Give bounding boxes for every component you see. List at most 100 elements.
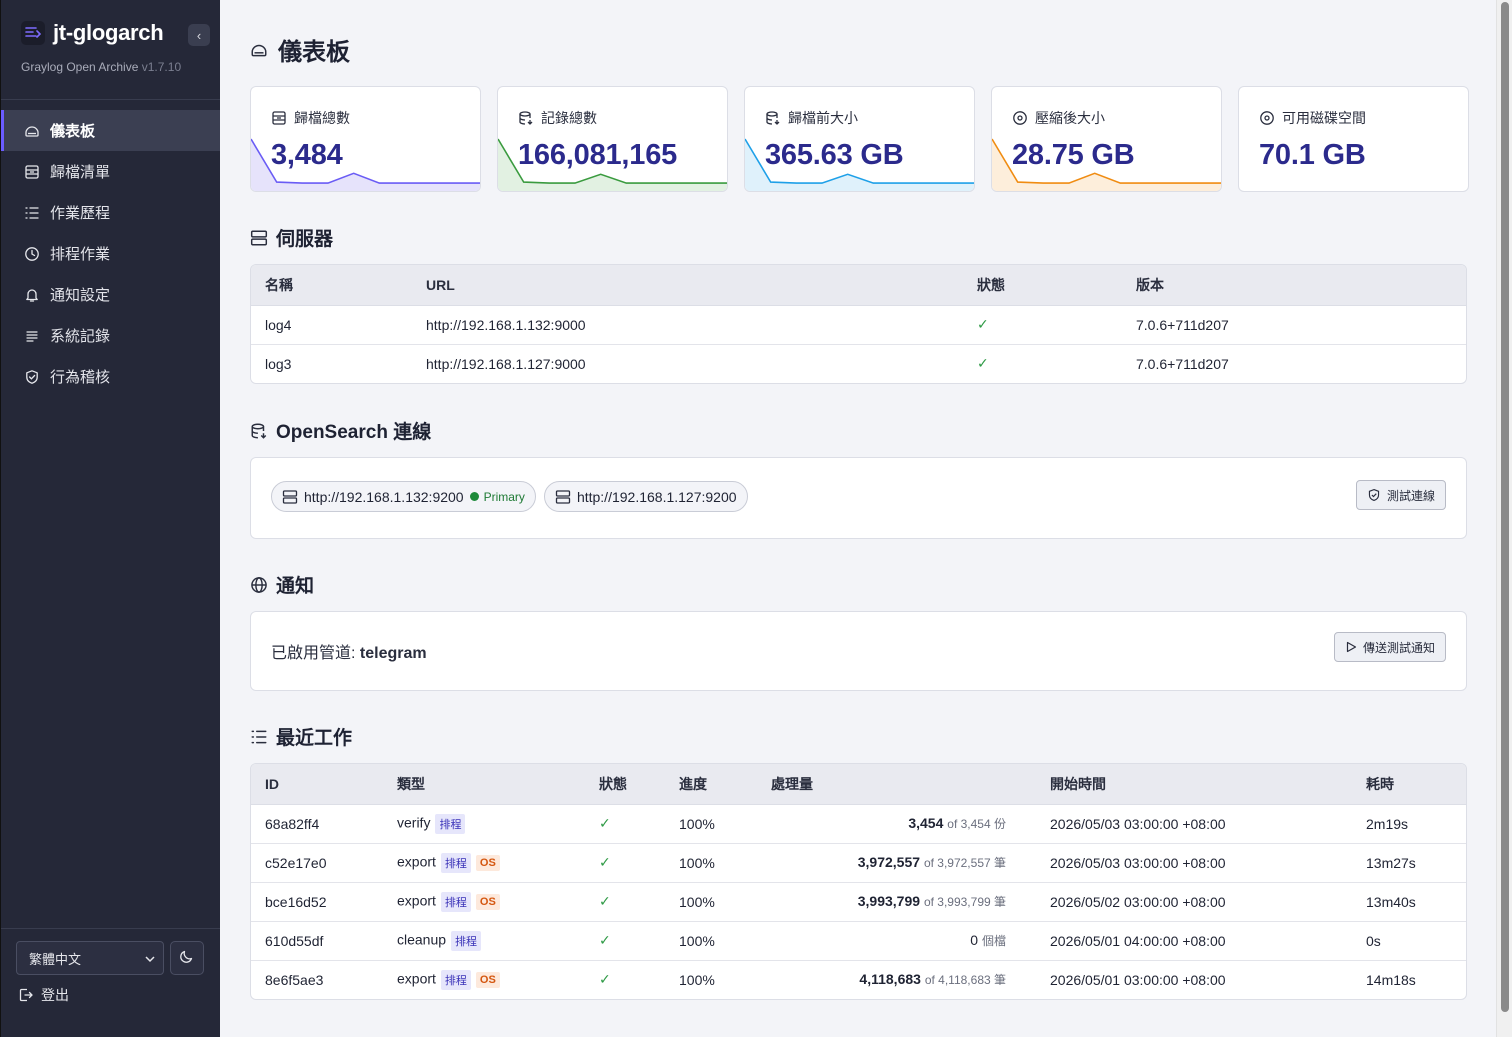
column-header[interactable]: ID — [251, 764, 383, 805]
logout-link[interactable]: 登出 — [16, 985, 205, 1005]
home-icon — [23, 122, 41, 140]
table-row: log4 http://192.168.1.132:9000 ✓ 7.0.6+7… — [251, 305, 1466, 345]
send-test-notification-button[interactable]: 傳送測試通知 — [1333, 632, 1446, 662]
job-type-label: verify — [397, 814, 431, 831]
column-header[interactable]: 版本 — [1122, 265, 1466, 306]
sidebar-item-dashboard[interactable]: 儀表板 — [1, 110, 220, 151]
test-connection-button[interactable]: 測試連線 — [1355, 480, 1446, 510]
opensearch-node[interactable]: http://192.168.1.132:9200 Primary — [271, 481, 536, 512]
sidebar-nav: 儀表板 歸檔清單 作業歷程 排程作業 通知設定 系統記錄 行為稽核 — [1, 100, 220, 397]
column-header[interactable]: 處理量 — [757, 764, 1036, 805]
opensearch-tag: OS — [475, 971, 500, 988]
job-amount: 3,993,799 of 3,993,799 筆 — [757, 882, 1036, 922]
opensearch-node[interactable]: http://192.168.1.127:9200 — [543, 481, 748, 512]
job-amount: 3,972,557 of 3,972,557 筆 — [757, 843, 1036, 883]
database-icon — [765, 110, 781, 126]
notifications-card: 已啟用管道: telegram 傳送測試通知 — [250, 611, 1467, 691]
opensearch-tag: OS — [475, 893, 500, 910]
job-type-label: export — [397, 892, 436, 909]
database-icon — [250, 422, 268, 440]
job-amount-value: 0 — [970, 932, 979, 948]
table-row[interactable]: 610d55df cleanup 排程 ✓ 100% 0 個檔 2026/05/01 04:… — [251, 921, 1466, 961]
theme-toggle-button[interactable] — [170, 941, 204, 975]
stat-value: 70.1 GB — [1259, 139, 1366, 171]
job-progress: 100% — [679, 971, 715, 988]
job-duration: 0s — [1352, 921, 1466, 961]
table-row[interactable]: 68a82ff4 verify 排程 ✓ 100% 3,454 of 3,454 份 202… — [251, 804, 1466, 844]
job-duration: 2m19s — [1352, 804, 1466, 844]
app-subtitle: Graylog Open Archive v1.7.10 — [21, 60, 200, 74]
opensearch-node-url: http://192.168.1.132:9200 — [304, 488, 464, 505]
server-url: http://192.168.1.127:9000 — [426, 355, 586, 372]
table-row[interactable]: 8e6f5ae3 export 排程 OS ✓ 100% 4,118,683 of 4,11… — [251, 960, 1466, 999]
opensearch-section-title: OpenSearch 連線 — [250, 417, 431, 444]
job-id: c52e17e0 — [251, 843, 383, 883]
stat-label: 記錄總數 — [541, 110, 597, 126]
check-icon: ✓ — [977, 316, 989, 332]
job-progress: 100% — [665, 843, 757, 883]
sidebar-item-label: 排程作業 — [50, 246, 111, 263]
job-amount: 0 個檔 — [757, 921, 1036, 961]
column-header[interactable]: 進度 — [665, 764, 757, 805]
chevron-left-icon: ‹ — [196, 27, 202, 43]
disc-icon — [1012, 110, 1028, 126]
sparkline — [498, 138, 727, 191]
stat-card-free-disk: 可用磁碟空間 70.1 GB — [1238, 86, 1469, 192]
job-type: verify 排程 — [383, 804, 585, 844]
stat-card-archive-count: 歸檔總數 3,484 — [250, 86, 481, 192]
job-start-time: 2026/05/03 03:00:00 +08:00 — [1036, 843, 1352, 883]
schedule-tag: 排程 — [435, 813, 466, 834]
app-subtitle-text: Graylog Open Archive — [21, 60, 139, 74]
job-type: export 排程 OS — [383, 882, 585, 922]
column-header[interactable]: 耗時 — [1352, 764, 1466, 805]
sidebar-item-label: 作業歷程 — [50, 205, 111, 222]
check-icon: ✓ — [599, 932, 611, 948]
table-row[interactable]: bce16d52 export 排程 OS ✓ 100% 3,993,799 of 3,99… — [251, 882, 1466, 922]
sparkline — [251, 138, 480, 191]
check-icon: ✓ — [977, 355, 989, 372]
sidebar-item-schedules[interactable]: 排程作業 — [1, 233, 220, 274]
sidebar-item-system-logs[interactable]: 系統記錄 — [1, 315, 220, 356]
shield-check-icon — [1367, 488, 1381, 502]
column-header[interactable]: 狀態 — [963, 265, 1122, 306]
logout-label: 登出 — [41, 987, 69, 1003]
column-header[interactable]: 名稱 — [251, 265, 412, 306]
job-type-label: cleanup — [397, 931, 447, 948]
stat-card-record-count: 記錄總數 166,081,165 — [497, 86, 728, 192]
sidebar-item-archives[interactable]: 歸檔清單 — [1, 151, 220, 192]
collapse-sidebar-button[interactable]: ‹ — [188, 24, 210, 46]
sidebar-item-notifications[interactable]: 通知設定 — [1, 274, 220, 315]
job-amount: 3,454 of 3,454 份 — [757, 804, 1036, 844]
job-start-time: 2026/05/01 03:00:00 +08:00 — [1050, 971, 1226, 988]
job-amount-value: 3,972,557 — [857, 854, 921, 870]
app-name: jt-glogarch — [53, 20, 164, 45]
database-icon — [518, 110, 534, 126]
column-header[interactable]: URL — [412, 265, 963, 306]
scrollbar[interactable] — [1496, 0, 1512, 1037]
sidebar-item-job-history[interactable]: 作業歷程 — [1, 192, 220, 233]
table-row[interactable]: c52e17e0 export 排程 OS ✓ 100% 3,972,557 of 3,97… — [251, 843, 1466, 883]
job-duration: 13m40s — [1352, 882, 1466, 922]
sparkline — [992, 138, 1221, 191]
scrollbar-thumb[interactable] — [1501, 2, 1509, 1012]
button-label: 傳送測試通知 — [1362, 640, 1435, 655]
job-amount-value: 4,118,683 — [859, 971, 921, 988]
job-amount-total: 個檔 — [981, 934, 1006, 948]
page-title: 儀表板 — [250, 32, 350, 67]
stat-card-compressed-size: 壓縮後大小 28.75 GB — [991, 86, 1222, 192]
shield-check-icon — [23, 368, 41, 386]
logout-icon — [19, 988, 33, 1002]
sidebar-item-audit[interactable]: 行為稽核 — [1, 356, 220, 397]
main-content: 儀表板 歸檔總數 3,484 記錄總數 166,081,165 歸檔前大小 36… — [220, 0, 1496, 1037]
sparkline-line — [498, 138, 727, 184]
column-header[interactable]: 類型 — [383, 764, 585, 805]
column-header[interactable]: 狀態 — [585, 764, 665, 805]
language-select[interactable]: 繁體中文 — [16, 941, 164, 975]
column-header[interactable]: 開始時間 — [1036, 764, 1352, 805]
brand-header: jt-glogarch ‹ Graylog Open Archive v1.7.… — [1, 0, 220, 100]
job-amount-total: of 4,118,683 筆 — [924, 973, 1006, 988]
page-title-text: 儀表板 — [278, 39, 350, 66]
server-icon — [555, 489, 571, 505]
job-id: bce16d52 — [251, 882, 383, 922]
job-type: cleanup 排程 — [383, 921, 585, 961]
